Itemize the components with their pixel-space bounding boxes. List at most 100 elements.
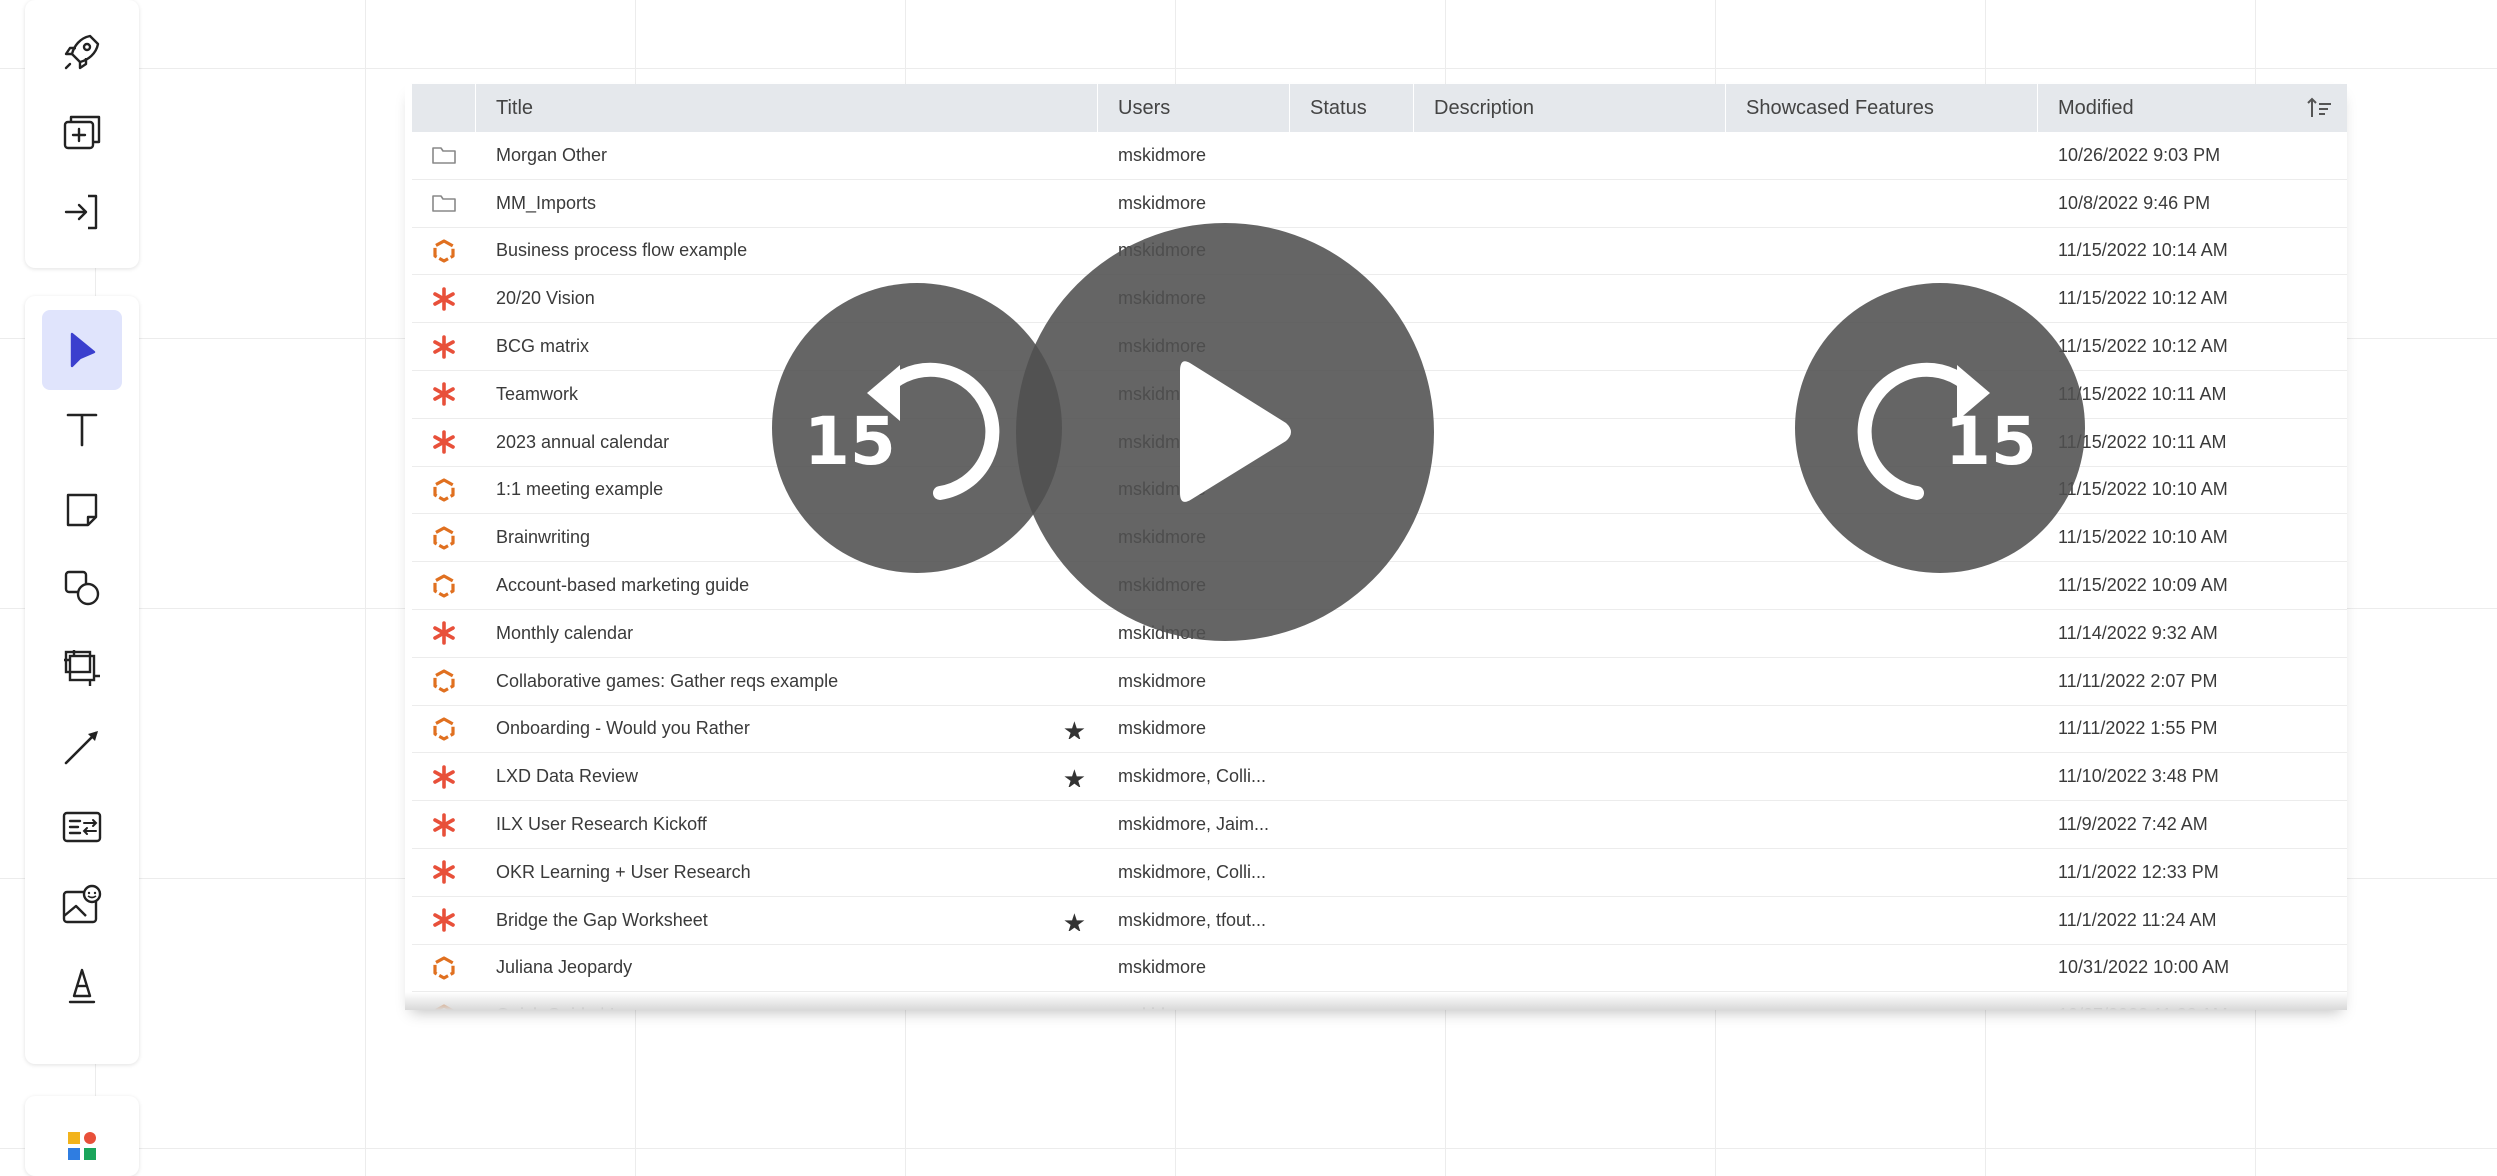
whiteboard-doc-icon (433, 382, 455, 407)
frame-tool[interactable] (42, 628, 122, 708)
doc-type-cell (412, 238, 476, 264)
users-cell: mskidmore (1118, 718, 1207, 739)
star-icon[interactable]: ★ (1063, 910, 1086, 931)
title-cell[interactable]: Juliana Jeopardy (476, 957, 1098, 978)
add-page-tool[interactable] (42, 92, 122, 172)
title-cell[interactable]: MM_Imports (476, 193, 1098, 214)
main-toolbar (25, 296, 139, 1064)
diagram-doc-icon (433, 669, 455, 693)
doc-title: ILX User Research Kickoff (496, 814, 707, 835)
title-cell[interactable]: ILX User Research Kickoff (476, 814, 1098, 835)
doc-type-cell (412, 142, 476, 168)
title-cell[interactable]: Bridge the Gap Worksheet ★ (476, 910, 1098, 931)
whiteboard-doc-icon (433, 812, 455, 837)
sticky-note-tool[interactable] (42, 469, 122, 549)
modified-cell: 11/10/2022 3:48 PM (2058, 766, 2219, 787)
title-cell[interactable]: LXD Data Review ★ (476, 766, 1098, 787)
sort-icon[interactable] (2307, 96, 2333, 120)
template-icon (62, 811, 102, 842)
column-header-modified[interactable]: Modified (2038, 84, 2347, 132)
users-cell: mskidmore (1118, 144, 1207, 165)
column-header-users[interactable]: Users (1098, 84, 1290, 132)
pen-icon (68, 968, 96, 1003)
forward-15-button[interactable]: 15 (1795, 283, 2085, 573)
column-header-status[interactable]: Status (1290, 84, 1414, 132)
users-cell: mskidmore (1118, 957, 1207, 978)
modified-cell: 11/15/2022 10:14 AM (2058, 240, 2228, 261)
apps-icon[interactable] (62, 1132, 102, 1162)
select-pointer-tool[interactable] (42, 310, 122, 390)
title-cell[interactable]: Collaborative games: Gather reqs example (476, 671, 1098, 692)
template-tool[interactable] (42, 787, 122, 867)
pen-tool[interactable] (42, 946, 122, 1026)
doc-type-cell (412, 429, 476, 455)
doc-type-cell (412, 716, 476, 742)
title-cell[interactable]: Onboarding - Would you Rather ★ (476, 718, 1098, 739)
table-row[interactable]: Juliana Jeopardy mskidmore 10/31/2022 10:0… (412, 945, 2347, 993)
whiteboard-doc-icon (433, 286, 455, 311)
doc-title: BCG matrix (496, 336, 590, 357)
top-toolbar (25, 0, 139, 268)
shapes-tool[interactable] (42, 549, 122, 629)
rocket-tool[interactable] (42, 12, 122, 92)
table-row[interactable]: ILX User Research Kickoff mskidmore, Jaim… (412, 801, 2347, 849)
line-icon (64, 731, 98, 765)
users-cell: mskidmore, Colli... (1118, 766, 1267, 787)
add-page-icon (63, 115, 101, 150)
diagram-doc-icon (433, 239, 455, 263)
doc-title: OKR Learning + User Research (496, 861, 751, 882)
users-cell: mskidmore (1118, 670, 1207, 691)
column-header-description[interactable]: Description (1414, 84, 1726, 132)
modified-cell: 11/1/2022 11:24 AM (2058, 909, 2217, 930)
title-cell[interactable]: Account-based marketing guide (476, 575, 1098, 596)
modified-cell: 11/11/2022 1:55 PM (2058, 718, 2218, 739)
table-row[interactable]: Business process flow examplemskidmore11… (412, 228, 2347, 276)
doc-title: Collaborative games: Gather reqs example (496, 670, 839, 691)
star-icon[interactable]: ★ (1063, 718, 1086, 739)
table-row[interactable]: LXD Data Review ★ mskidmore, Colli... 11/10… (412, 753, 2347, 802)
whiteboard-doc-icon (433, 430, 455, 454)
import-tool[interactable] (42, 172, 122, 252)
diagram-doc-icon (433, 478, 455, 502)
table-row[interactable]: OKR Learning + User Research mskidmore, C… (412, 849, 2347, 897)
doc-type-cell (412, 859, 476, 885)
doc-title: Brainwriting (496, 527, 591, 548)
doc-title: 20/20 Vision (496, 288, 595, 309)
folder-icon (432, 195, 456, 212)
table-row[interactable]: Morgan Other mskidmore 10/26/2022 9:03 PM (412, 132, 2347, 180)
table-row[interactable]: Bridge the Gap Worksheet ★ mskidmore, tfou… (412, 897, 2347, 945)
title-cell[interactable]: Monthly calendar (476, 623, 1098, 644)
whiteboard-doc-icon (433, 334, 455, 359)
doc-type-cell (412, 955, 476, 981)
doc-type-cell (412, 286, 476, 312)
diagram-doc-icon (433, 526, 455, 550)
table-row[interactable]: Onboarding - Would you Rather ★ mskidmore 1… (412, 706, 2347, 754)
column-header-title[interactable]: Title (476, 84, 1098, 132)
doc-title: 2023 annual calendar (496, 431, 670, 452)
video-bottom-edge (405, 992, 2347, 1010)
star-icon[interactable]: ★ (1063, 766, 1086, 787)
column-header-type[interactable] (412, 84, 476, 132)
text-tool-tool[interactable] (42, 390, 122, 470)
title-cell[interactable]: OKR Learning + User Research (476, 862, 1098, 883)
title-cell[interactable]: Morgan Other (476, 145, 1098, 166)
play-button[interactable] (1016, 223, 1434, 641)
rewind-seconds-label: 15 (804, 403, 896, 480)
frame-icon (64, 649, 100, 686)
video-embed[interactable]: Title Users Status Description Showcased Fea… (405, 84, 2347, 1010)
title-cell[interactable]: Business process flow example (476, 240, 1098, 261)
whiteboard-doc-icon (433, 908, 455, 932)
column-header-showcased-features[interactable]: Showcased Features (1726, 84, 2038, 132)
modified-cell: 11/14/2022 9:32 AM (2058, 622, 2218, 643)
import-icon (64, 194, 98, 230)
table-row[interactable]: MM_Imports mskidmore 10/8/2022 9:46 PM (412, 180, 2347, 228)
doc-type-cell (412, 381, 476, 407)
shapes-icon (64, 571, 100, 606)
rocket-icon (64, 34, 100, 70)
doc-title: MM_Imports (496, 192, 597, 213)
table-row[interactable]: Collaborative games: Gather reqs example… (412, 658, 2347, 706)
line-tool[interactable] (42, 708, 122, 788)
table-row[interactable]: Monthly calendar mskidmore 11/14/2022 9:32… (412, 610, 2347, 658)
text-tool-icon (66, 413, 98, 447)
image-tool[interactable] (42, 867, 122, 947)
